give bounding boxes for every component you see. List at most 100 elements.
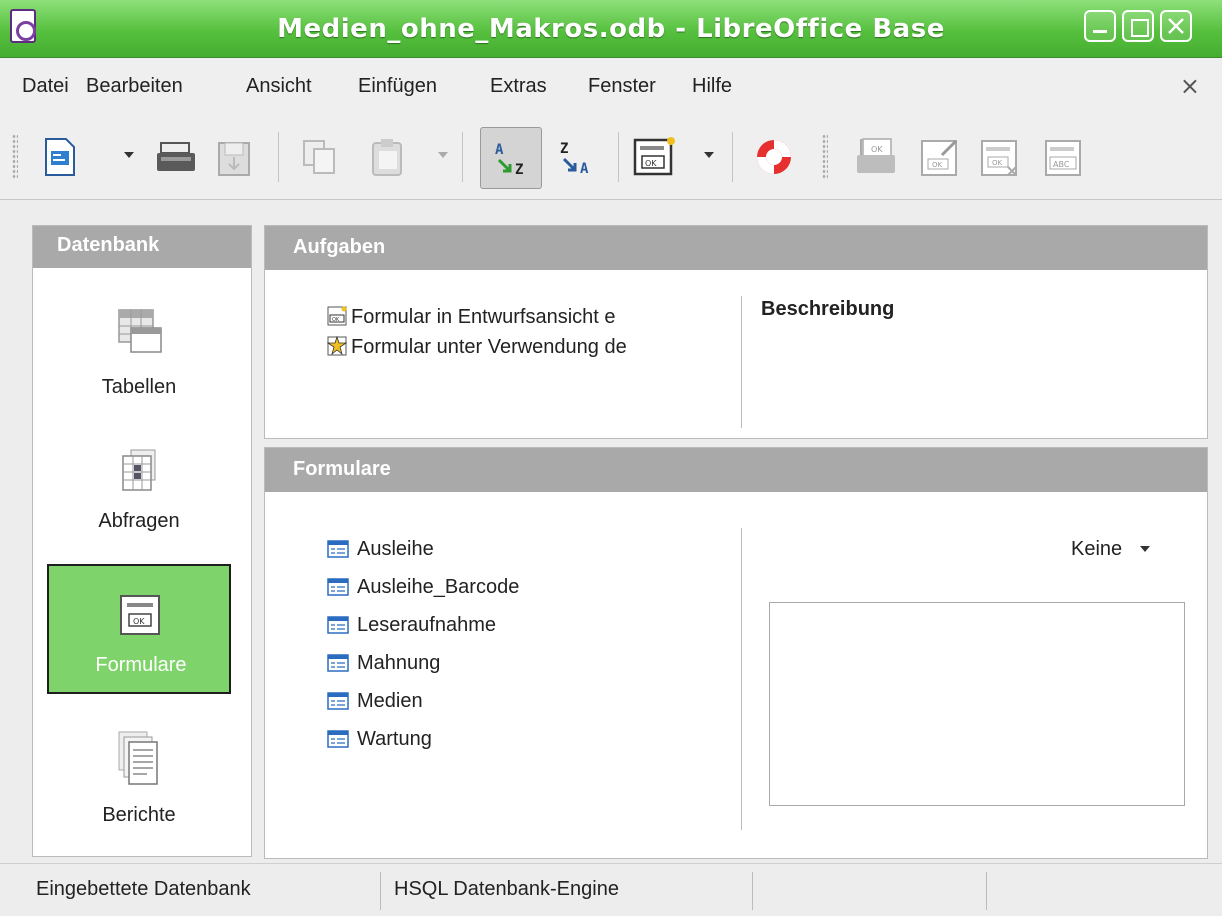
menu-extras[interactable]: Extras (490, 75, 547, 98)
form-wizard-icon (327, 336, 347, 356)
status-separator (986, 872, 987, 910)
minimize-button[interactable] (1084, 10, 1116, 42)
task-label: Formular in Entwurfsansicht e (351, 306, 616, 328)
form-item-ausleihe-barcode[interactable]: Ausleihe_Barcode (327, 576, 519, 599)
sidebar-item-tabellen[interactable]: Tabellen (47, 284, 231, 414)
sidebar-item-berichte[interactable]: Berichte (47, 706, 231, 836)
chevron-down-icon (1140, 546, 1151, 552)
form-item-leseraufnahme[interactable]: Leseraufnahme (327, 614, 496, 637)
preview-mode-dropdown[interactable]: Keine (1071, 538, 1151, 561)
open-database-object-button[interactable] (152, 133, 200, 181)
svg-text:ABC: ABC (1053, 160, 1070, 169)
delete-object-button[interactable]: OK (976, 133, 1024, 181)
new-document-icon (45, 138, 75, 176)
form-wizard-button[interactable]: OK (630, 133, 678, 181)
tasks-panel-title: Aufgaben (265, 226, 1207, 270)
toolbar-separator (732, 132, 733, 182)
close-icon (1168, 18, 1184, 34)
sort-descending-button[interactable]: Z A (552, 133, 600, 181)
status-separator (752, 872, 753, 910)
form-icon: OK (633, 137, 675, 176)
sidebar-item-label: Berichte (102, 804, 176, 826)
task-label: Formular unter Verwendung de (351, 336, 627, 358)
menu-einfuegen[interactable]: Einfügen (358, 75, 437, 98)
forms-panel-title: Formulare (265, 448, 1207, 492)
main-area: Datenbank Tabellen Abfragen OK Formulare… (0, 201, 1222, 863)
menu-ansicht[interactable]: Ansicht (246, 75, 312, 98)
delete-icon: OK (981, 140, 1017, 176)
svg-text:OK: OK (871, 145, 883, 154)
menu-bearbeiten[interactable]: Bearbeiten (86, 75, 183, 98)
forms-icon: OK (120, 595, 160, 635)
form-item-wartung[interactable]: Wartung (327, 728, 432, 751)
paste-icon (372, 139, 402, 176)
status-engine: HSQL Datenbank-Engine (394, 878, 619, 900)
task-create-form-design[interactable]: OK Formular in Entwurfsansicht e (327, 306, 723, 329)
save-icon (218, 142, 250, 176)
svg-text:OK: OK (332, 317, 340, 323)
sidebar-item-label: Abfragen (98, 510, 180, 532)
edit-icon: OK (921, 139, 958, 176)
sidebar-item-abfragen[interactable]: Abfragen (47, 424, 231, 554)
sidebar-title: Datenbank (33, 226, 251, 268)
task-create-form-wizard[interactable]: Formular unter Verwendung de (327, 336, 723, 359)
sort-descending-icon: Z A (560, 141, 589, 177)
form-item-mahnung[interactable]: Mahnung (327, 652, 440, 675)
paste-button[interactable] (364, 133, 412, 181)
tables-icon (118, 309, 162, 353)
form-item-ausleihe[interactable]: Ausleihe (327, 538, 434, 561)
form-document-icon (327, 616, 349, 634)
save-button[interactable] (210, 133, 258, 181)
toolbar-separator (278, 132, 279, 182)
form-document-icon (327, 654, 349, 672)
standard-toolbar: A Z Z A OK OK OK OK ABC (0, 114, 1222, 200)
form-item-label: Leseraufnahme (357, 614, 496, 636)
svg-text:Z: Z (515, 162, 523, 178)
close-document-button[interactable]: × (1180, 72, 1200, 100)
preview-mode-value: Keine (1071, 538, 1123, 560)
rename-object-button[interactable]: ABC (1040, 133, 1088, 181)
form-dropdown-arrow[interactable] (704, 152, 714, 158)
open-object-button[interactable]: OK (852, 133, 900, 181)
help-icon (757, 140, 791, 174)
help-button[interactable] (750, 133, 798, 181)
paste-dropdown-arrow[interactable] (438, 152, 448, 158)
close-window-button[interactable] (1160, 10, 1192, 42)
form-item-medien[interactable]: Medien (327, 690, 423, 713)
toolbar-separator (618, 132, 619, 182)
copy-button[interactable] (296, 133, 344, 181)
window-title: Medien_ohne_Makros.odb - LibreOffice Bas… (277, 14, 945, 44)
form-item-label: Ausleihe (357, 538, 434, 560)
menu-fenster[interactable]: Fenster (588, 75, 656, 98)
edit-object-button[interactable]: OK (916, 133, 964, 181)
tasks-divider (741, 296, 742, 428)
toolbar-grip[interactable] (12, 134, 18, 180)
status-database-type: Eingebettete Datenbank (36, 878, 251, 900)
new-document-button[interactable] (36, 133, 84, 181)
form-item-label: Mahnung (357, 652, 441, 674)
reports-icon (118, 731, 158, 785)
forms-divider (741, 528, 742, 830)
form-item-label: Medien (357, 690, 423, 712)
svg-text:A: A (495, 142, 504, 158)
maximize-button[interactable] (1122, 10, 1154, 42)
toolbar-grip[interactable] (822, 134, 828, 180)
status-bar: Eingebettete Datenbank HSQL Datenbank-En… (0, 863, 1222, 916)
svg-text:Z: Z (560, 141, 568, 157)
form-document-icon (327, 578, 349, 596)
open-database-object-icon (157, 142, 195, 171)
toolbar-separator (462, 132, 463, 182)
sort-ascending-button[interactable]: A Z (480, 127, 542, 189)
menu-datei[interactable]: Datei (22, 75, 69, 98)
sidebar-item-formulare[interactable]: OK Formulare (47, 564, 231, 694)
new-document-dropdown-arrow[interactable] (124, 152, 134, 158)
svg-text:OK: OK (645, 159, 657, 168)
form-document-icon (327, 730, 349, 748)
forms-panel: Formulare Ausleihe Ausleihe_Barcode Lese… (264, 447, 1208, 859)
sidebar-item-label: Formulare (95, 654, 187, 676)
status-separator (380, 872, 381, 910)
form-document-icon (327, 692, 349, 710)
menu-bar: Datei Bearbeiten Ansicht Einfügen Extras… (0, 58, 1222, 114)
menu-hilfe[interactable]: Hilfe (692, 75, 732, 98)
svg-text:OK: OK (932, 161, 943, 169)
